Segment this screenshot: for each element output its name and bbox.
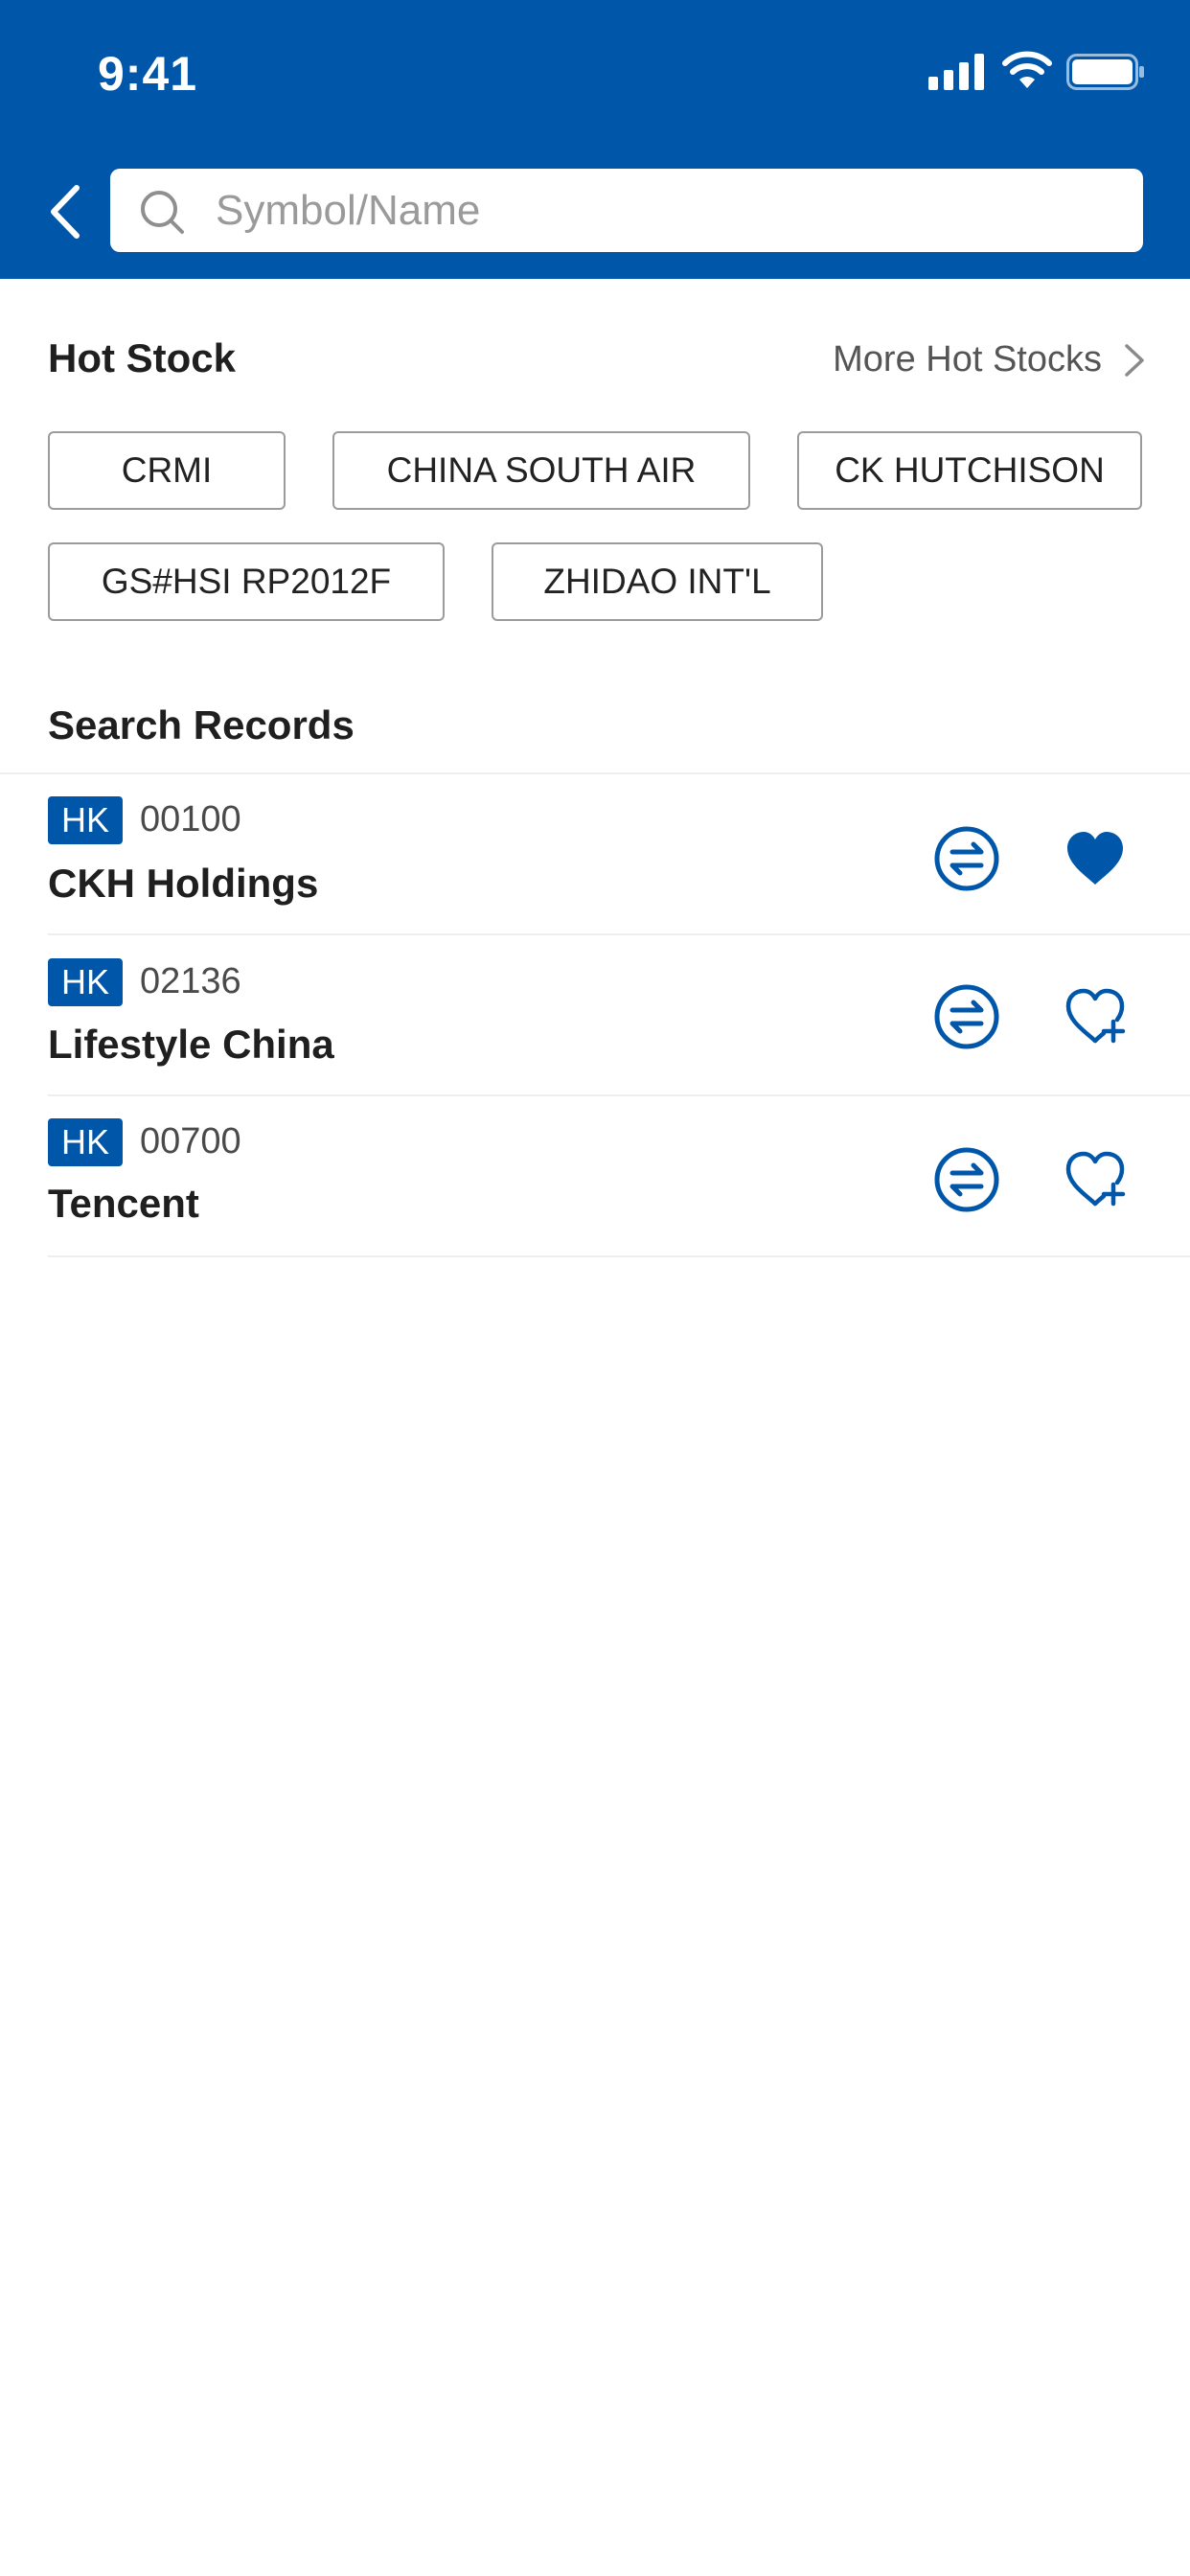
stock-code: 00700 <box>140 1121 241 1162</box>
stock-code: 02136 <box>140 961 241 1001</box>
back-icon <box>51 185 80 239</box>
swap-icon[interactable] <box>933 1146 1000 1213</box>
status-time: 9:41 <box>98 47 198 101</box>
list-item[interactable]: HK 00100 CKH Holdings <box>0 774 1190 933</box>
hot-stock-chip[interactable]: CK HUTCHISON <box>797 431 1142 510</box>
market-badge: HK <box>48 1118 123 1166</box>
hot-stock-chip[interactable]: CHINA SOUTH AIR <box>332 431 750 510</box>
battery-icon <box>1066 54 1144 90</box>
list-item[interactable]: HK 00700 Tencent <box>0 1096 1190 1255</box>
search-icon <box>141 191 184 234</box>
search-input[interactable] <box>216 169 1116 252</box>
hot-stock-chip[interactable]: CRMI <box>48 431 286 510</box>
swap-icon[interactable] <box>933 983 1000 1050</box>
divider <box>48 1255 1190 1257</box>
heart-filled-icon[interactable] <box>1064 827 1127 890</box>
wifi-icon <box>1002 51 1052 88</box>
search-box[interactable] <box>110 169 1143 252</box>
more-hot-stocks-label: More Hot Stocks <box>833 339 1102 380</box>
heart-add-icon[interactable] <box>1064 1148 1127 1211</box>
hot-stock-title: Hot Stock <box>48 335 237 380</box>
list-item[interactable]: HK 02136 Lifestyle China <box>0 935 1190 1094</box>
heart-add-icon[interactable] <box>1064 985 1127 1048</box>
chevron-right-icon <box>1125 343 1144 377</box>
header: 9:41 <box>0 0 1190 279</box>
more-hot-stocks-link[interactable]: More Hot Stocks <box>833 339 1146 380</box>
stock-name: Lifestyle China <box>48 1022 334 1067</box>
stock-name: Tencent <box>48 1181 199 1226</box>
hot-stock-chip[interactable]: GS#HSI RP2012F <box>48 542 445 621</box>
back-button[interactable] <box>42 182 86 242</box>
swap-icon[interactable] <box>933 825 1000 892</box>
hot-stock-chip[interactable]: ZHIDAO INT'L <box>492 542 823 621</box>
signal-icon <box>928 54 984 90</box>
market-badge: HK <box>48 958 123 1006</box>
search-records-title: Search Records <box>48 702 355 748</box>
market-badge: HK <box>48 796 123 844</box>
stock-name: CKH Holdings <box>48 861 319 906</box>
stock-code: 00100 <box>140 799 241 840</box>
